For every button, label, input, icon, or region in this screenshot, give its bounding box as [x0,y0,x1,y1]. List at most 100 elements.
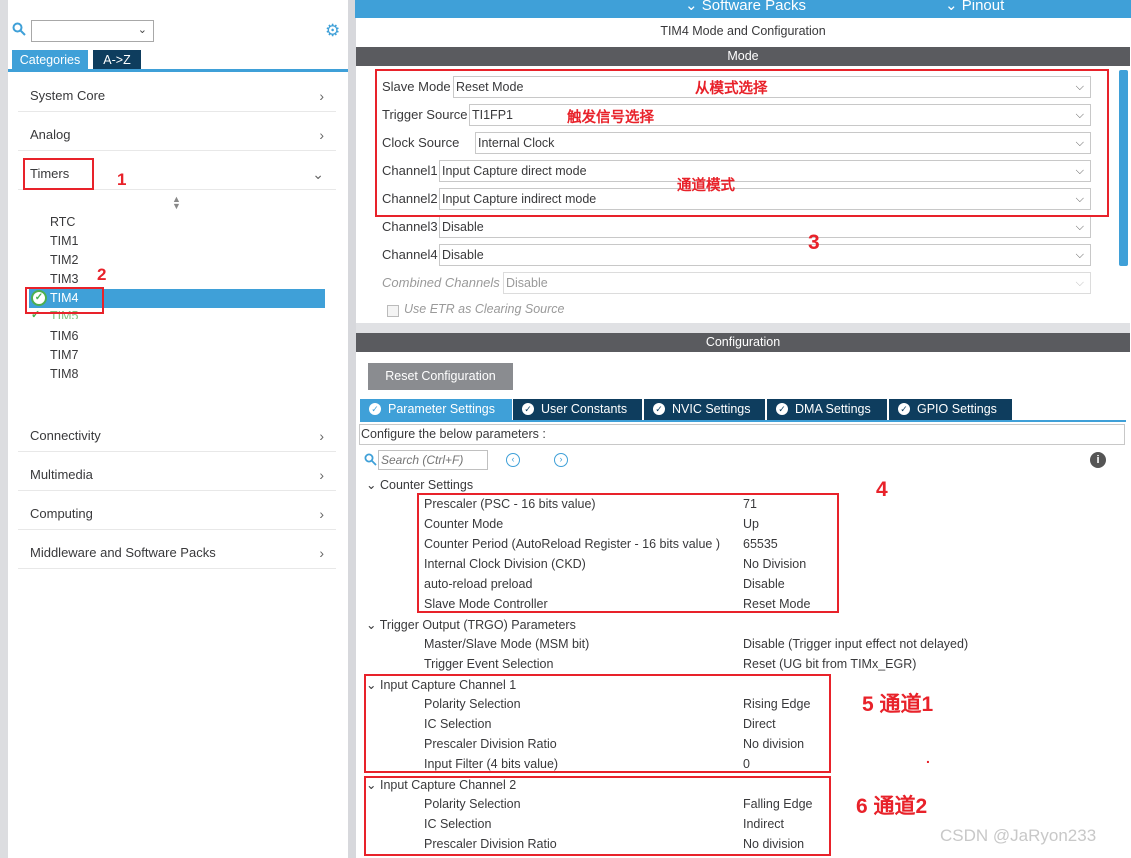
channel4-select[interactable]: Disable ⌵ [439,244,1091,266]
annotation-box-tim4 [25,287,104,314]
trgo-section[interactable]: ⌄ Trigger Output (TRGO) Parameters [366,617,576,632]
chevron-right-icon: › [319,127,324,143]
nav-system-core[interactable]: System Core › [18,80,336,112]
annotation-3: 3 [808,231,820,254]
tabs-underline [360,420,1126,422]
tab-gpio-settings[interactable]: ✓ GPIO Settings [889,399,1013,420]
nav-analog[interactable]: Analog › [18,119,336,151]
etr-label: Use ETR as Clearing Source [404,302,565,316]
param-search-input[interactable] [378,450,488,470]
configuration-bar: Configuration [356,333,1130,352]
etr-checkbox[interactable] [387,305,399,317]
watermark: CSDN @JaRyon233 [940,826,1097,845]
timer-tim6[interactable]: TIM6 [50,329,78,343]
top-nav-bar: ⌄ Software Packs ⌄ Pinout [355,0,1131,18]
section-title: Counter Settings [379,478,474,492]
tabs-underline [8,69,348,72]
search-next-icon[interactable]: › [554,453,568,467]
chevron-down-icon: ⌄ [137,24,147,36]
param-name: Trigger Event Selection [424,657,554,671]
param-value[interactable]: Disable (Trigger input effect not delaye… [743,637,968,651]
timer-tim1[interactable]: TIM1 [50,234,78,248]
combined-channels-select[interactable]: Disable ⌵ [503,272,1091,294]
software-packs-menu[interactable]: ⌄ Software Packs [685,0,806,14]
tab-dma-settings[interactable]: ✓ DMA Settings [767,399,888,420]
check-circle-icon: ✓ [898,403,910,415]
timer-tim8[interactable]: TIM8 [50,367,78,381]
chevron-down-icon: ⌄ [312,166,324,182]
param-value[interactable]: Reset (UG bit from TIMx_EGR) [743,657,916,671]
check-circle-icon: ✓ [522,403,534,415]
channel4-label: Channel4 [382,247,438,262]
nav-computing[interactable]: Computing › [18,498,336,530]
timer-tim7[interactable]: TIM7 [50,348,78,362]
annotation-box-counter [417,493,839,613]
nav-label: Multimedia [30,467,93,482]
annotation-channel-text: 通道模式 [677,178,735,194]
panel-divider[interactable] [348,0,356,858]
search-icon[interactable] [12,22,26,36]
select-value: Disable [442,220,484,234]
chevron-down-icon: ⌄ [366,478,377,492]
counter-settings-section[interactable]: ⌄ Counter Settings [366,477,473,492]
annotation-box-ic2 [364,776,831,856]
annotation-slave-text: 从模式选择 [695,81,768,97]
param-name: Master/Slave Mode (MSM bit) [424,637,590,651]
annotation-2: 2 [97,265,107,284]
tab-label: GPIO Settings [917,402,997,416]
gear-icon[interactable]: ⚙ [325,22,343,40]
tab-label: User Constants [541,402,628,416]
nav-label: Connectivity [30,428,101,443]
channel3-select[interactable]: Disable ⌵ [439,216,1091,238]
software-packs-label: Software Packs [701,0,806,14]
chevron-right-icon: › [319,545,324,561]
channel3-label: Channel3 [382,219,438,234]
nav-label: Analog [30,127,71,142]
annotation-box-timers [23,158,94,190]
reset-configuration-button[interactable]: Reset Configuration [368,363,513,390]
check-circle-icon: ✓ [653,403,665,415]
nav-connectivity[interactable]: Connectivity › [18,420,336,452]
chevron-right-icon: › [319,506,324,522]
combined-channels-label: Combined Channels [382,275,500,290]
chevron-right-icon: › [319,88,324,104]
annotation-dot: . [926,750,930,766]
annotation-trigger-text: 触发信号选择 [567,110,654,126]
timer-tim3[interactable]: TIM3 [50,272,78,286]
mode-scrollbar[interactable] [1119,70,1128,266]
chevron-down-icon: ⌵ [1075,277,1084,289]
search-prev-icon[interactable]: ‹ [506,453,520,467]
annotation-1: 1 [117,170,127,189]
tab-label: DMA Settings [795,402,871,416]
nav-label: Computing [30,506,93,521]
select-value: Disable [442,248,484,262]
nav-label: Middleware and Software Packs [30,545,216,560]
chevron-right-icon: › [319,467,324,483]
select-value: Disable [506,276,548,290]
timer-tim2[interactable]: TIM2 [50,253,78,267]
search-dropdown[interactable]: ⌄ [31,20,154,42]
timer-rtc[interactable]: RTC [50,215,75,229]
tab-user-constants[interactable]: ✓ User Constants [513,399,643,420]
nav-middleware[interactable]: Middleware and Software Packs › [18,537,336,569]
nav-multimedia[interactable]: Multimedia › [18,459,336,491]
tab-categories[interactable]: Categories [12,50,88,70]
sort-icon[interactable]: ▲ ▼ [172,195,181,211]
section-title: Trigger Output (TRGO) Parameters [379,618,576,632]
info-icon[interactable]: i [1090,452,1106,468]
mode-config-separator [356,323,1130,333]
annotation-5: 5 通道1 [862,693,934,716]
nav-label: System Core [30,88,106,103]
check-circle-icon: ✓ [369,403,381,415]
chevron-right-icon: › [319,428,324,444]
annotation-6: 6 通道2 [856,795,928,818]
pinout-menu[interactable]: ⌄ Pinout [945,0,1004,14]
chevron-down-icon: ⌄ [366,618,377,632]
tab-label: NVIC Settings [672,402,751,416]
tab-parameter-settings[interactable]: ✓ Parameter Settings [360,399,513,420]
chevron-down-icon: ⌵ [1075,221,1084,233]
param-search-icon [364,453,377,466]
tab-nvic-settings[interactable]: ✓ NVIC Settings [644,399,766,420]
check-circle-icon: ✓ [776,403,788,415]
tab-az[interactable]: A->Z [93,50,141,70]
